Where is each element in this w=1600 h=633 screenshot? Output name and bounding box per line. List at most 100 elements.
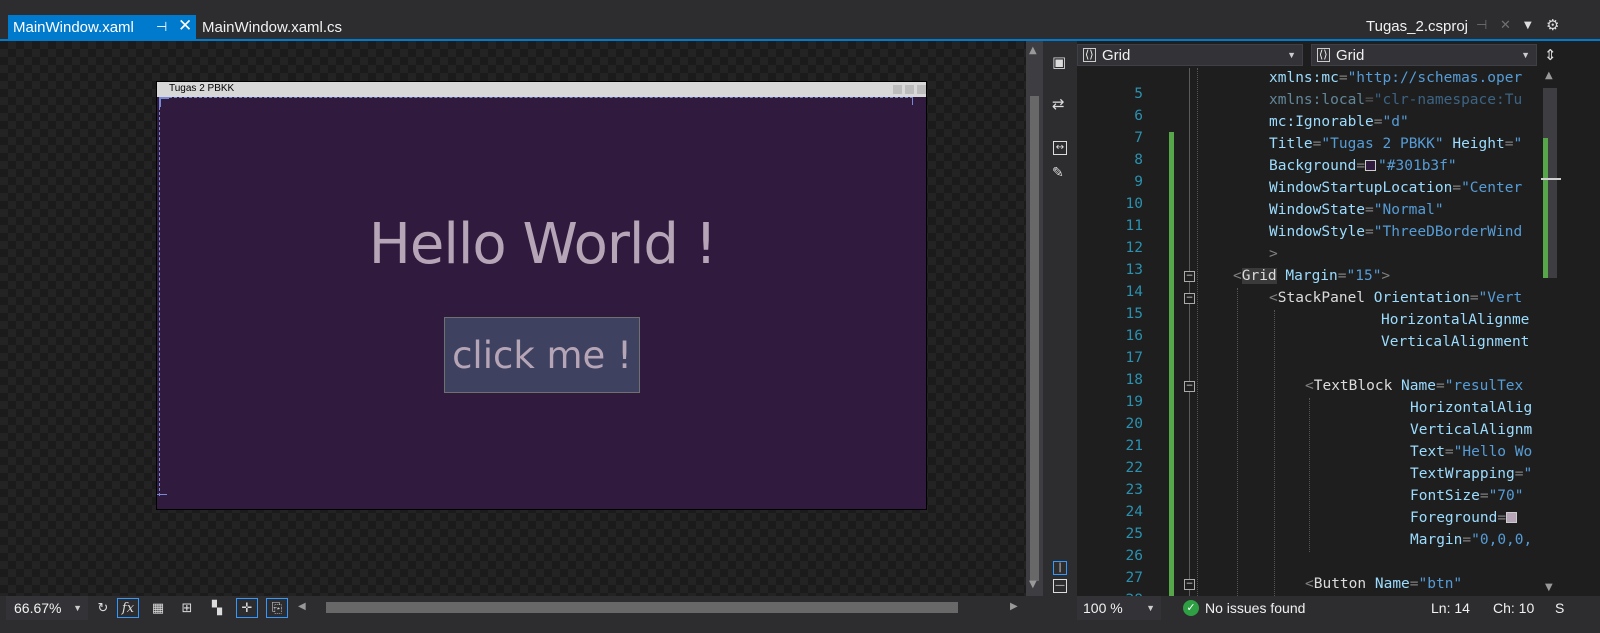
code-element: TextBlock bbox=[1313, 378, 1393, 394]
close-icon[interactable]: ✕ bbox=[1500, 18, 1511, 33]
code-value: "70" bbox=[1488, 488, 1524, 504]
code-line[interactable]: 9 Background= "#301b3f" bbox=[1077, 158, 1539, 190]
code-line[interactable]: 13 > bbox=[1077, 246, 1539, 278]
code-attr: Margin bbox=[1276, 268, 1338, 284]
check-circle-icon[interactable]: ✓ bbox=[1183, 600, 1199, 616]
snap-snaplines-icon[interactable]: ✛ bbox=[236, 598, 258, 618]
scroll-left-icon[interactable]: ◀ bbox=[298, 601, 306, 612]
code-value: " bbox=[1523, 466, 1533, 482]
scroll-up-icon[interactable]: ▲ bbox=[1545, 70, 1553, 81]
scroll-down-icon[interactable]: ▼ bbox=[1545, 582, 1553, 593]
code-attr: VerticalAlignment bbox=[1381, 334, 1530, 350]
edit-view-icon[interactable]: ✎ bbox=[1052, 165, 1064, 181]
xaml-code-editor[interactable]: − − − − 5 xmlns:mc="http://schemas.oper … bbox=[1077, 68, 1539, 596]
scroll-up-icon[interactable]: ▲ bbox=[1029, 45, 1037, 56]
wpf-window-title: Tugas 2 PBKK bbox=[169, 83, 235, 94]
code-value: "ThreeDBorderWind bbox=[1373, 224, 1523, 240]
snap-gridlines-icon[interactable]: ⊞ bbox=[176, 598, 198, 618]
code-line[interactable]: 20 HorizontalAlig bbox=[1077, 400, 1539, 432]
code-line[interactable]: 21 VerticalAlignm bbox=[1077, 422, 1539, 454]
code-element: Button bbox=[1313, 576, 1367, 592]
tab-label: MainWindow.xaml bbox=[13, 19, 134, 36]
project-selector[interactable]: Tugas_2.csproj bbox=[1366, 18, 1468, 35]
code-punc: < bbox=[1305, 576, 1314, 592]
code-line[interactable]: 17 VerticalAlignment bbox=[1077, 334, 1539, 366]
grid-toggle-icon[interactable]: ▦ bbox=[147, 598, 169, 618]
code-attr: HorizontalAlignme bbox=[1381, 312, 1530, 328]
code-value: "Center bbox=[1461, 180, 1523, 196]
code-line[interactable]: 26 Margin="0,0,0, bbox=[1077, 532, 1539, 564]
code-value: "#301b3f" bbox=[1378, 158, 1457, 174]
color-swatch[interactable] bbox=[1506, 512, 1518, 523]
horizontal-split-icon[interactable]: — bbox=[1053, 579, 1067, 593]
xaml-view-icon[interactable]: ↔ bbox=[1053, 141, 1067, 155]
code-line[interactable]: 22 Text="Hello Wo bbox=[1077, 444, 1539, 476]
code-punc: < bbox=[1305, 378, 1314, 394]
code-eq: = bbox=[1514, 466, 1524, 482]
code-line[interactable]: 16 HorizontalAlignme bbox=[1077, 312, 1539, 344]
code-line[interactable]: 19 <TextBlock Name="resulTex bbox=[1077, 378, 1539, 410]
swap-panes-icon[interactable]: ⇄ bbox=[1052, 95, 1065, 113]
code-line[interactable]: 12 WindowStyle="ThreeDBorderWind bbox=[1077, 224, 1539, 256]
zoom-value: 100 % bbox=[1083, 600, 1123, 616]
code-eq: = bbox=[1373, 114, 1383, 130]
refresh-icon[interactable]: ↻ bbox=[92, 598, 114, 618]
color-swatch[interactable] bbox=[1365, 160, 1377, 171]
designer-vertical-scrollbar[interactable]: ▲ ▼ bbox=[1026, 41, 1043, 596]
scrollbar-thumb[interactable] bbox=[1030, 96, 1039, 581]
design-view-icon[interactable]: ▣ bbox=[1052, 53, 1066, 71]
split-editor-icon[interactable]: ⇕ bbox=[1544, 46, 1557, 64]
tab-mainwindow-xaml-cs[interactable]: MainWindow.xaml.cs bbox=[202, 15, 342, 40]
document-tab-strip: MainWindow.xaml ⊣ ✕ MainWindow.xaml.cs T… bbox=[0, 0, 1600, 40]
click-me-button[interactable]: click me ! bbox=[444, 317, 640, 393]
code-line[interactable]: 25 Foreground= bbox=[1077, 510, 1539, 542]
editor-zoom-select[interactable]: 100 % ▼ bbox=[1077, 596, 1161, 620]
issues-status[interactable]: No issues found bbox=[1205, 600, 1305, 616]
code-line[interactable]: 15 <StackPanel Orientation="Vert bbox=[1077, 290, 1539, 322]
checkerboard-icon[interactable]: ▚ bbox=[206, 598, 228, 618]
code-line[interactable]: 7 mc:Ignorable="d" bbox=[1077, 114, 1539, 146]
code-eq: = bbox=[1435, 378, 1445, 394]
pin-icon[interactable]: ⊣ bbox=[156, 19, 167, 35]
designer-zoom-select[interactable]: 66.67% ▼ bbox=[6, 596, 88, 620]
code-line[interactable]: 24 FontSize="70" bbox=[1077, 488, 1539, 520]
scroll-right-icon[interactable]: ▶ bbox=[1010, 601, 1018, 612]
code-eq: = bbox=[1356, 158, 1366, 174]
code-line[interactable]: 23 TextWrapping=" bbox=[1077, 466, 1539, 498]
close-icon[interactable]: ✕ bbox=[178, 16, 192, 36]
scroll-down-icon[interactable]: ▼ bbox=[1029, 579, 1037, 590]
chevron-down-icon[interactable]: ▼ bbox=[1524, 20, 1532, 31]
fx-effects-button[interactable]: fx bbox=[117, 598, 139, 618]
code-value: "http://schemas.oper bbox=[1347, 70, 1523, 86]
code-line[interactable]: 5 xmlns:mc="http://schemas.oper bbox=[1077, 70, 1539, 102]
code-line[interactable]: 18 bbox=[1077, 356, 1539, 388]
designer-horizontal-scrollbar[interactable]: ◀ ▶ bbox=[298, 601, 1018, 615]
code-line[interactable]: 6 xmlns:local="clr-namespace:Tu bbox=[1077, 92, 1539, 124]
xaml-designer-canvas[interactable]: Tugas 2 PBKK Hello World ! click me ! bbox=[0, 41, 1043, 596]
maximize-icon bbox=[905, 85, 914, 94]
element-scope-dropdown[interactable]: ⟨⟩ Grid ▼ bbox=[1077, 44, 1303, 66]
gear-icon[interactable]: ⚙ bbox=[1546, 16, 1559, 34]
code-attr: Height bbox=[1443, 136, 1505, 152]
code-eq: = bbox=[1462, 532, 1472, 548]
hello-world-textblock[interactable]: Hello World ! bbox=[157, 212, 928, 277]
grid-adorner-right bbox=[912, 97, 913, 105]
code-line[interactable]: 28 <Button Name="btn" bbox=[1077, 576, 1539, 596]
editor-vertical-scrollbar[interactable]: ▲ ▼ bbox=[1539, 68, 1561, 596]
grid-adorner-corner bbox=[159, 97, 169, 107]
editor-navigation-bar: ⟨⟩ Grid ▼ ⟨⟩ Grid ▼ bbox=[1077, 44, 1539, 66]
scrollbar-thumb[interactable] bbox=[326, 602, 958, 613]
minimize-icon bbox=[893, 85, 902, 94]
project-code-icon[interactable]: ⎘ bbox=[266, 598, 288, 618]
pin-icon[interactable]: ⊣ bbox=[1476, 18, 1487, 33]
member-scope-dropdown[interactable]: ⟨⟩ Grid ▼ bbox=[1311, 44, 1537, 66]
wpf-window-preview[interactable]: Tugas 2 PBKK Hello World ! click me ! bbox=[156, 81, 927, 510]
code-line[interactable]: 8 Title="Tugas 2 PBKK" Height=" bbox=[1077, 136, 1539, 168]
code-line[interactable]: 27 bbox=[1077, 554, 1539, 586]
code-line[interactable]: 14 <Grid Margin="15"> bbox=[1077, 268, 1539, 300]
vertical-split-icon[interactable]: | bbox=[1053, 561, 1067, 575]
tab-mainwindow-xaml[interactable]: MainWindow.xaml ⊣ ✕ bbox=[8, 15, 196, 40]
code-value: "Vert bbox=[1478, 290, 1523, 306]
code-line[interactable]: 10 WindowStartupLocation="Center bbox=[1077, 180, 1539, 212]
code-line[interactable]: 11 WindowState="Normal" bbox=[1077, 202, 1539, 234]
